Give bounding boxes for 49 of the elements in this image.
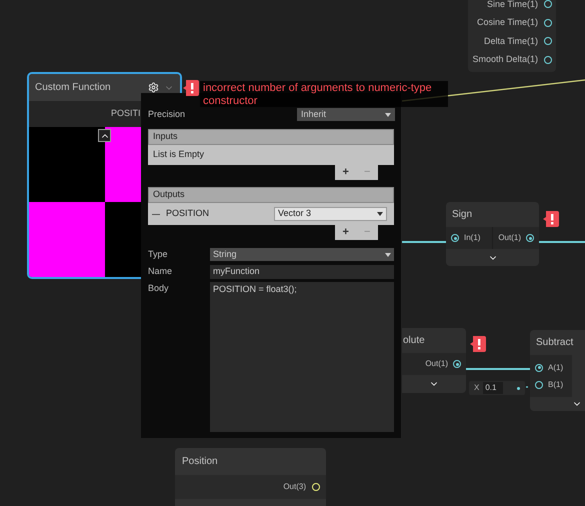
node-title: olute [403,334,425,348]
node-title: Custom Function [35,81,112,95]
type-label: Type [148,248,169,261]
output-label: POSITI [111,107,141,120]
list-header: Outputs [148,187,394,203]
port-icon[interactable] [544,18,552,27]
output-label: Out(1) [498,232,521,244]
input-label: A(1) [548,362,564,374]
add-button[interactable]: + [342,167,349,178]
input-label: B(1) [548,378,564,390]
precision-dropdown[interactable]: Inherit [297,108,395,121]
name-field[interactable]: myFunction [210,265,394,279]
output-label: Delta Time(1) [484,34,538,48]
value-field[interactable]: 0.1 [483,382,504,394]
node-title: Sign [452,208,472,222]
port-icon[interactable] [544,56,552,64]
collapse-button[interactable] [98,129,111,142]
value-input[interactable]: X 0.1 [469,381,525,395]
body-label: Body [148,282,170,295]
output-label: Out(1) [425,358,448,370]
list-empty-text: List is Empty [148,145,394,165]
list-header: Inputs [148,129,394,145]
output-label: Out(3) [283,481,306,493]
caret-icon [385,252,391,256]
port-icon[interactable] [535,380,543,388]
settings-icon[interactable] [148,82,159,93]
input-label: In(1) [464,232,480,244]
caret-icon [377,212,383,216]
add-button[interactable]: + [342,227,349,238]
output-label: Sine Time(1) [486,0,538,11]
output-label: Smooth Delta(1) [472,53,538,66]
node-title: Subtract [536,336,574,350]
axis-label: X [474,382,480,394]
error-message: incorrect number of arguments to numeric-type constructor [200,81,448,107]
error-icon [183,80,199,96]
type-dropdown[interactable]: Vector 3 [274,207,387,221]
name-label: Name [148,265,174,278]
output-label: Cosine Time(1) [476,16,538,29]
type-dropdown[interactable]: String [210,248,394,261]
port-icon[interactable] [544,0,552,8]
port-icon[interactable] [544,37,552,46]
port-icon[interactable] [312,483,320,491]
port-icon[interactable] [451,234,459,242]
body-field[interactable]: POSITION = float3(); [210,282,394,432]
port-icon[interactable] [526,234,534,242]
node-title: Position [182,455,218,469]
port-icon[interactable] [535,364,543,372]
port-icon[interactable] [453,360,461,368]
caret-icon [385,112,391,116]
